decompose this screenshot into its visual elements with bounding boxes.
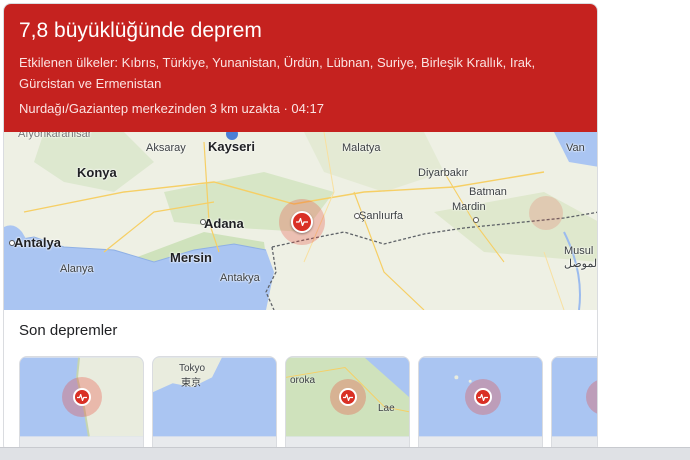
city-mardin: Mardin [452,201,486,213]
earthquake-wave-icon [474,388,492,406]
recent-earthquakes-list: Tokyo 東京 oroka Lae [19,356,597,452]
city-van: Van [566,142,585,154]
city-dot-antalya [9,240,15,246]
city-aksaray: Aksaray [146,142,186,154]
epicenter-location: Nurdağı/Gaziantep merkezinden 3 km uzakt… [19,101,324,116]
earthquake-card: 7,8 büyüklüğünde deprem Etkilenen ülkele… [3,3,598,453]
secondary-quake-marker[interactable] [529,196,563,230]
city-antalya: Antalya [14,235,61,250]
thumb-map [153,357,276,437]
earthquake-title: 7,8 büyüklüğünde deprem [19,19,262,42]
quake-pin [62,377,102,417]
city-mersin: Mersin [170,250,212,265]
city-sanliurfa: Şanlıurfa [359,210,404,222]
city-malatya: Malatya [342,142,381,154]
city-adana: Adana [204,216,244,231]
recent-quake-card[interactable] [418,356,543,452]
thumb-label-tokyo-jp: 東京 [181,378,201,389]
recent-quake-card[interactable] [551,356,597,452]
earthquake-map[interactable]: Afyonkarahisar Aksaray Kayseri Malatya V… [4,132,597,310]
recent-earthquakes-title: Son depremler [19,322,118,339]
city-dot-sanliurfa [354,213,360,219]
quake-pin [330,379,366,415]
city-kayseri: Kayseri [208,139,255,154]
city-dot-adana [200,219,206,225]
epicenter-pin[interactable] [279,199,325,245]
city-musul-arabic: الموصل [564,258,597,270]
city-batman: Batman [469,186,507,198]
earthquake-wave-icon [291,211,313,233]
recent-quake-card[interactable]: Tokyo 東京 [152,356,277,452]
city-afyon: Afyonkarahisar [18,132,92,140]
city-alanya: Alanya [60,263,94,275]
quake-pin [465,379,501,415]
earthquake-wave-icon [339,388,357,406]
thumb-label-oroka: oroka [290,375,316,386]
affected-countries: Etkilenen ülkeler: Kıbrıs, Türkiye, Yuna… [19,55,536,91]
earthquake-header[interactable]: 7,8 büyüklüğünde deprem Etkilenen ülkele… [4,4,597,132]
recent-quake-card[interactable]: oroka Lae [285,356,410,452]
thumb-label-lae: Lae [378,403,395,414]
earthquake-wave-icon [73,388,91,406]
city-musul: Musul [564,245,594,257]
city-dot-mardin [473,217,479,223]
city-antakya: Antakya [220,272,260,284]
city-diyarbakir: Diyarbakır [418,167,469,179]
taskbar [0,447,690,460]
thumb-label-tokyo: Tokyo [179,363,206,374]
recent-quake-card[interactable] [19,356,144,452]
city-konya: Konya [77,165,117,180]
